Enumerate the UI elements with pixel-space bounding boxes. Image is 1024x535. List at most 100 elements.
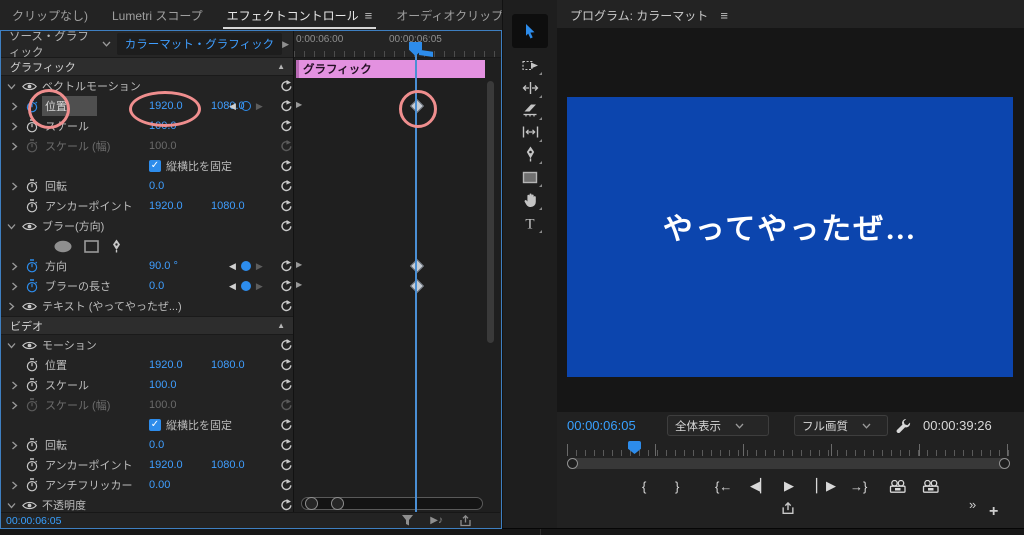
hand-tool[interactable] — [517, 189, 543, 211]
value-field[interactable]: 1080.0 — [211, 200, 273, 212]
stopwatch-icon[interactable] — [23, 398, 41, 412]
sequence-clip-tab[interactable]: カラーマット・グラフィック — [116, 33, 283, 55]
chevron-down-icon[interactable] — [102, 41, 111, 47]
type-tool[interactable]: T — [517, 212, 543, 234]
reset-icon[interactable] — [280, 419, 293, 431]
reset-icon[interactable] — [280, 300, 293, 312]
chevron-right-icon[interactable] — [9, 182, 20, 191]
value-field[interactable]: 100.0 — [149, 120, 211, 132]
keyframe-timeline-ruler[interactable]: 0:00:06:00 00:00:06:05 — [294, 31, 501, 58]
zoom-level-select[interactable]: 全体表示 — [667, 415, 769, 436]
value-field[interactable]: 1920.0 — [149, 359, 211, 371]
reset-icon[interactable] — [280, 260, 293, 272]
chevron-down-icon[interactable] — [6, 83, 17, 90]
uniform-scale-checkbox[interactable]: ✓ — [149, 419, 161, 431]
reset-icon[interactable] — [280, 499, 293, 511]
pen-tool[interactable] — [517, 143, 543, 165]
add-keyframe-icon[interactable] — [240, 261, 251, 271]
eye-icon[interactable] — [20, 302, 38, 311]
mark-out-button[interactable]: } — [675, 476, 679, 496]
ellipse-shape-icon[interactable] — [53, 240, 73, 253]
chevron-right-icon[interactable] — [9, 122, 20, 131]
value-field[interactable]: 0.0 — [149, 180, 211, 192]
uniform-scale-checkbox[interactable]: ✓ — [149, 160, 161, 172]
ripple-edit-tool[interactable] — [517, 77, 543, 99]
keyframe-diamond[interactable] — [409, 278, 425, 294]
reset-icon[interactable] — [280, 339, 293, 351]
value-field[interactable]: 1920.0 — [149, 459, 211, 471]
tab-panel[interactable]: クリップなし) — [0, 1, 100, 30]
selection-tool[interactable] — [512, 14, 548, 48]
export-frame-button[interactable] — [889, 476, 907, 496]
value-field[interactable]: 1920.0 — [149, 200, 211, 212]
rectangle-tool[interactable] — [517, 166, 543, 188]
reset-icon[interactable] — [280, 80, 293, 92]
program-tab[interactable]: プログラム: カラーマット — [570, 7, 708, 24]
reset-icon[interactable] — [280, 140, 293, 152]
reset-icon[interactable] — [280, 100, 293, 112]
tab-panel[interactable]: Lumetri スコープ — [100, 1, 215, 30]
playback-quality-select[interactable]: フル画質 — [794, 415, 888, 436]
tab-panel[interactable]: オーディオクリップ — [384, 1, 515, 30]
value-field[interactable]: 1920.0 — [149, 100, 211, 112]
stopwatch-icon[interactable] — [23, 119, 41, 133]
chevron-down-icon[interactable] — [6, 342, 17, 349]
slip-tool[interactable] — [517, 121, 543, 143]
stopwatch-icon[interactable] — [23, 458, 41, 472]
prev-keyframe-icon[interactable]: ◀ — [229, 281, 236, 291]
source-clip-tab[interactable]: ソース・グラフィック — [9, 28, 94, 60]
playhead-line[interactable] — [415, 44, 417, 512]
reset-icon[interactable] — [280, 359, 293, 371]
prev-keyframe-icon[interactable]: ◀ — [229, 101, 236, 111]
track-select-tool[interactable] — [517, 54, 543, 76]
settings-wrench-icon[interactable] — [896, 418, 911, 433]
chevron-right-icon[interactable] — [9, 262, 20, 271]
program-current-timecode[interactable]: 00:00:06:05 — [567, 418, 636, 433]
mark-in-button[interactable]: { — [642, 476, 646, 496]
value-field[interactable]: 0.0 — [149, 439, 211, 451]
chevron-down-icon[interactable] — [6, 223, 17, 230]
chevron-right-icon[interactable] — [9, 142, 20, 151]
keyframe-timeline[interactable]: 0:00:06:00 00:00:06:05 グラフィック ▶ ▶ ▶ — [293, 31, 501, 512]
reset-icon[interactable] — [280, 280, 293, 292]
go-to-in-button[interactable]: {← — [715, 476, 732, 496]
rect-shape-icon[interactable] — [84, 239, 99, 253]
go-to-out-button[interactable]: →} — [850, 476, 867, 496]
play-button[interactable]: ▶ — [784, 476, 794, 496]
compare-view-button[interactable] — [922, 476, 940, 496]
value-field[interactable]: 0.0 — [149, 280, 211, 292]
eye-icon[interactable] — [20, 222, 38, 231]
tab-effect-controls[interactable]: エフェクトコントロール ≡ — [215, 1, 385, 30]
reset-icon[interactable] — [280, 200, 293, 212]
stopwatch-icon[interactable] — [23, 438, 41, 452]
chevron-right-icon[interactable] — [6, 302, 17, 311]
stopwatch-icon[interactable] — [23, 478, 41, 492]
timeline-zoom-scrollbar[interactable] — [301, 497, 483, 510]
keyframe-diamond[interactable] — [409, 258, 425, 274]
eye-icon[interactable] — [20, 82, 38, 91]
chevron-right-icon[interactable] — [9, 381, 20, 390]
value-field[interactable]: 100.0 — [149, 140, 211, 152]
zoom-handle-left[interactable] — [305, 497, 318, 510]
stopwatch-icon[interactable] — [23, 358, 41, 372]
chevron-right-icon[interactable] — [9, 102, 20, 111]
stopwatch-icon[interactable] — [23, 179, 41, 193]
value-field[interactable]: 1080.0 — [211, 459, 273, 471]
zoom-handle-right[interactable] — [999, 458, 1010, 469]
step-forward-button[interactable]: ▏▶ — [816, 476, 836, 496]
pen-shape-icon[interactable] — [110, 239, 123, 253]
collapse-icon[interactable]: ▲ — [277, 321, 285, 330]
chevron-right-icon[interactable] — [9, 441, 20, 450]
chevron-right-icon[interactable] — [9, 481, 20, 490]
add-keyframe-icon[interactable] — [240, 101, 251, 111]
reset-icon[interactable] — [280, 180, 293, 192]
reset-icon[interactable] — [280, 160, 293, 172]
reset-icon[interactable] — [280, 479, 293, 491]
keyframe-diamond[interactable] — [409, 98, 425, 114]
collapse-icon[interactable]: ▲ — [277, 62, 285, 71]
step-back-button[interactable]: ◀▏ — [750, 476, 770, 496]
chevron-right-icon[interactable] — [9, 401, 20, 410]
panel-menu-icon[interactable]: ≡ — [720, 8, 728, 23]
add-keyframe-icon[interactable] — [240, 281, 251, 291]
stopwatch-icon[interactable] — [23, 199, 41, 213]
